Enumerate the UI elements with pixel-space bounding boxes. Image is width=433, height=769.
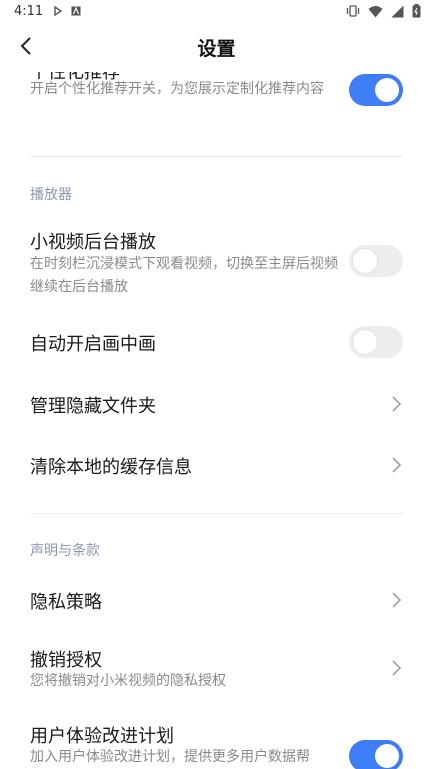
setting-revoke[interactable]: 撤销授权 您将撤销对小米视频的隐私授权 <box>0 640 433 696</box>
toggle-knob <box>353 249 377 273</box>
setting-ux-plan-desc: 加入用户体验改进计划，提供更多用户数据帮 <box>30 749 310 765</box>
a-notification-icon <box>70 5 81 16</box>
setting-hidden-folder[interactable]: 管理隐藏文件夹 <box>0 382 433 426</box>
setting-ux-plan-title: 用户体验改进计划 <box>30 726 174 747</box>
toggle-knob <box>375 744 399 768</box>
vibrate-icon <box>346 4 360 22</box>
setting-revoke-desc: 您将撤销对小米视频的隐私授权 <box>30 673 226 689</box>
page-title: 设置 <box>197 38 236 60</box>
battery-icon <box>412 4 421 22</box>
status-right-icons <box>346 4 421 22</box>
setting-background-play-title: 小视频后台播放 <box>30 232 156 253</box>
title-bar: 设置 <box>0 24 433 72</box>
section-header-terms: 声明与条款 <box>30 543 100 559</box>
setting-pip-title: 自动开启画中画 <box>30 334 156 355</box>
setting-clear-cache-title: 清除本地的缓存信息 <box>30 457 192 478</box>
divider <box>30 513 403 514</box>
chevron-right-icon <box>389 394 403 414</box>
setting-hidden-folder-title: 管理隐藏文件夹 <box>30 396 156 417</box>
signal-icon <box>391 5 404 22</box>
setting-pip[interactable]: 自动开启画中画 <box>0 320 433 364</box>
setting-privacy[interactable]: 隐私策略 <box>0 578 433 622</box>
wifi-icon <box>368 5 383 22</box>
background-play-toggle[interactable] <box>349 245 403 277</box>
ux-plan-toggle[interactable] <box>349 740 403 769</box>
setting-clear-cache[interactable]: 清除本地的缓存信息 <box>0 443 433 487</box>
setting-personalized-desc: 开启个性化推荐开关，为您展示定制化推荐内容 <box>30 81 324 97</box>
chevron-right-icon <box>389 590 403 610</box>
setting-ux-plan[interactable]: 用户体验改进计划 加入用户体验改进计划，提供更多用户数据帮 <box>0 716 433 769</box>
section-header-player: 播放器 <box>30 187 72 203</box>
divider <box>30 156 403 157</box>
chevron-right-icon <box>389 455 403 475</box>
settings-list[interactable]: 个性化推荐 开启个性化推荐开关，为您展示定制化推荐内容 播放器 小视频后台播放 … <box>0 72 433 769</box>
toggle-knob <box>375 78 399 102</box>
chevron-right-icon <box>389 658 403 678</box>
play-protect-icon <box>52 5 63 16</box>
pip-toggle[interactable] <box>349 326 403 358</box>
personalized-toggle[interactable] <box>349 74 403 106</box>
status-left-icons <box>52 5 81 16</box>
setting-privacy-title: 隐私策略 <box>30 592 102 613</box>
status-bar: 4:11 <box>0 0 433 24</box>
setting-background-play[interactable]: 小视频后台播放 在时刻栏沉浸模式下观看视频，切换至主屏后视频继续在后台播放 <box>0 222 433 302</box>
setting-background-play-desc: 在时刻栏沉浸模式下观看视频，切换至主屏后视频继续在后台播放 <box>30 256 338 295</box>
status-time: 4:11 <box>14 4 44 19</box>
setting-personalized[interactable]: 个性化推荐 开启个性化推荐开关，为您展示定制化推荐内容 <box>0 72 433 142</box>
setting-revoke-title: 撤销授权 <box>30 650 102 671</box>
toggle-knob <box>353 330 377 354</box>
